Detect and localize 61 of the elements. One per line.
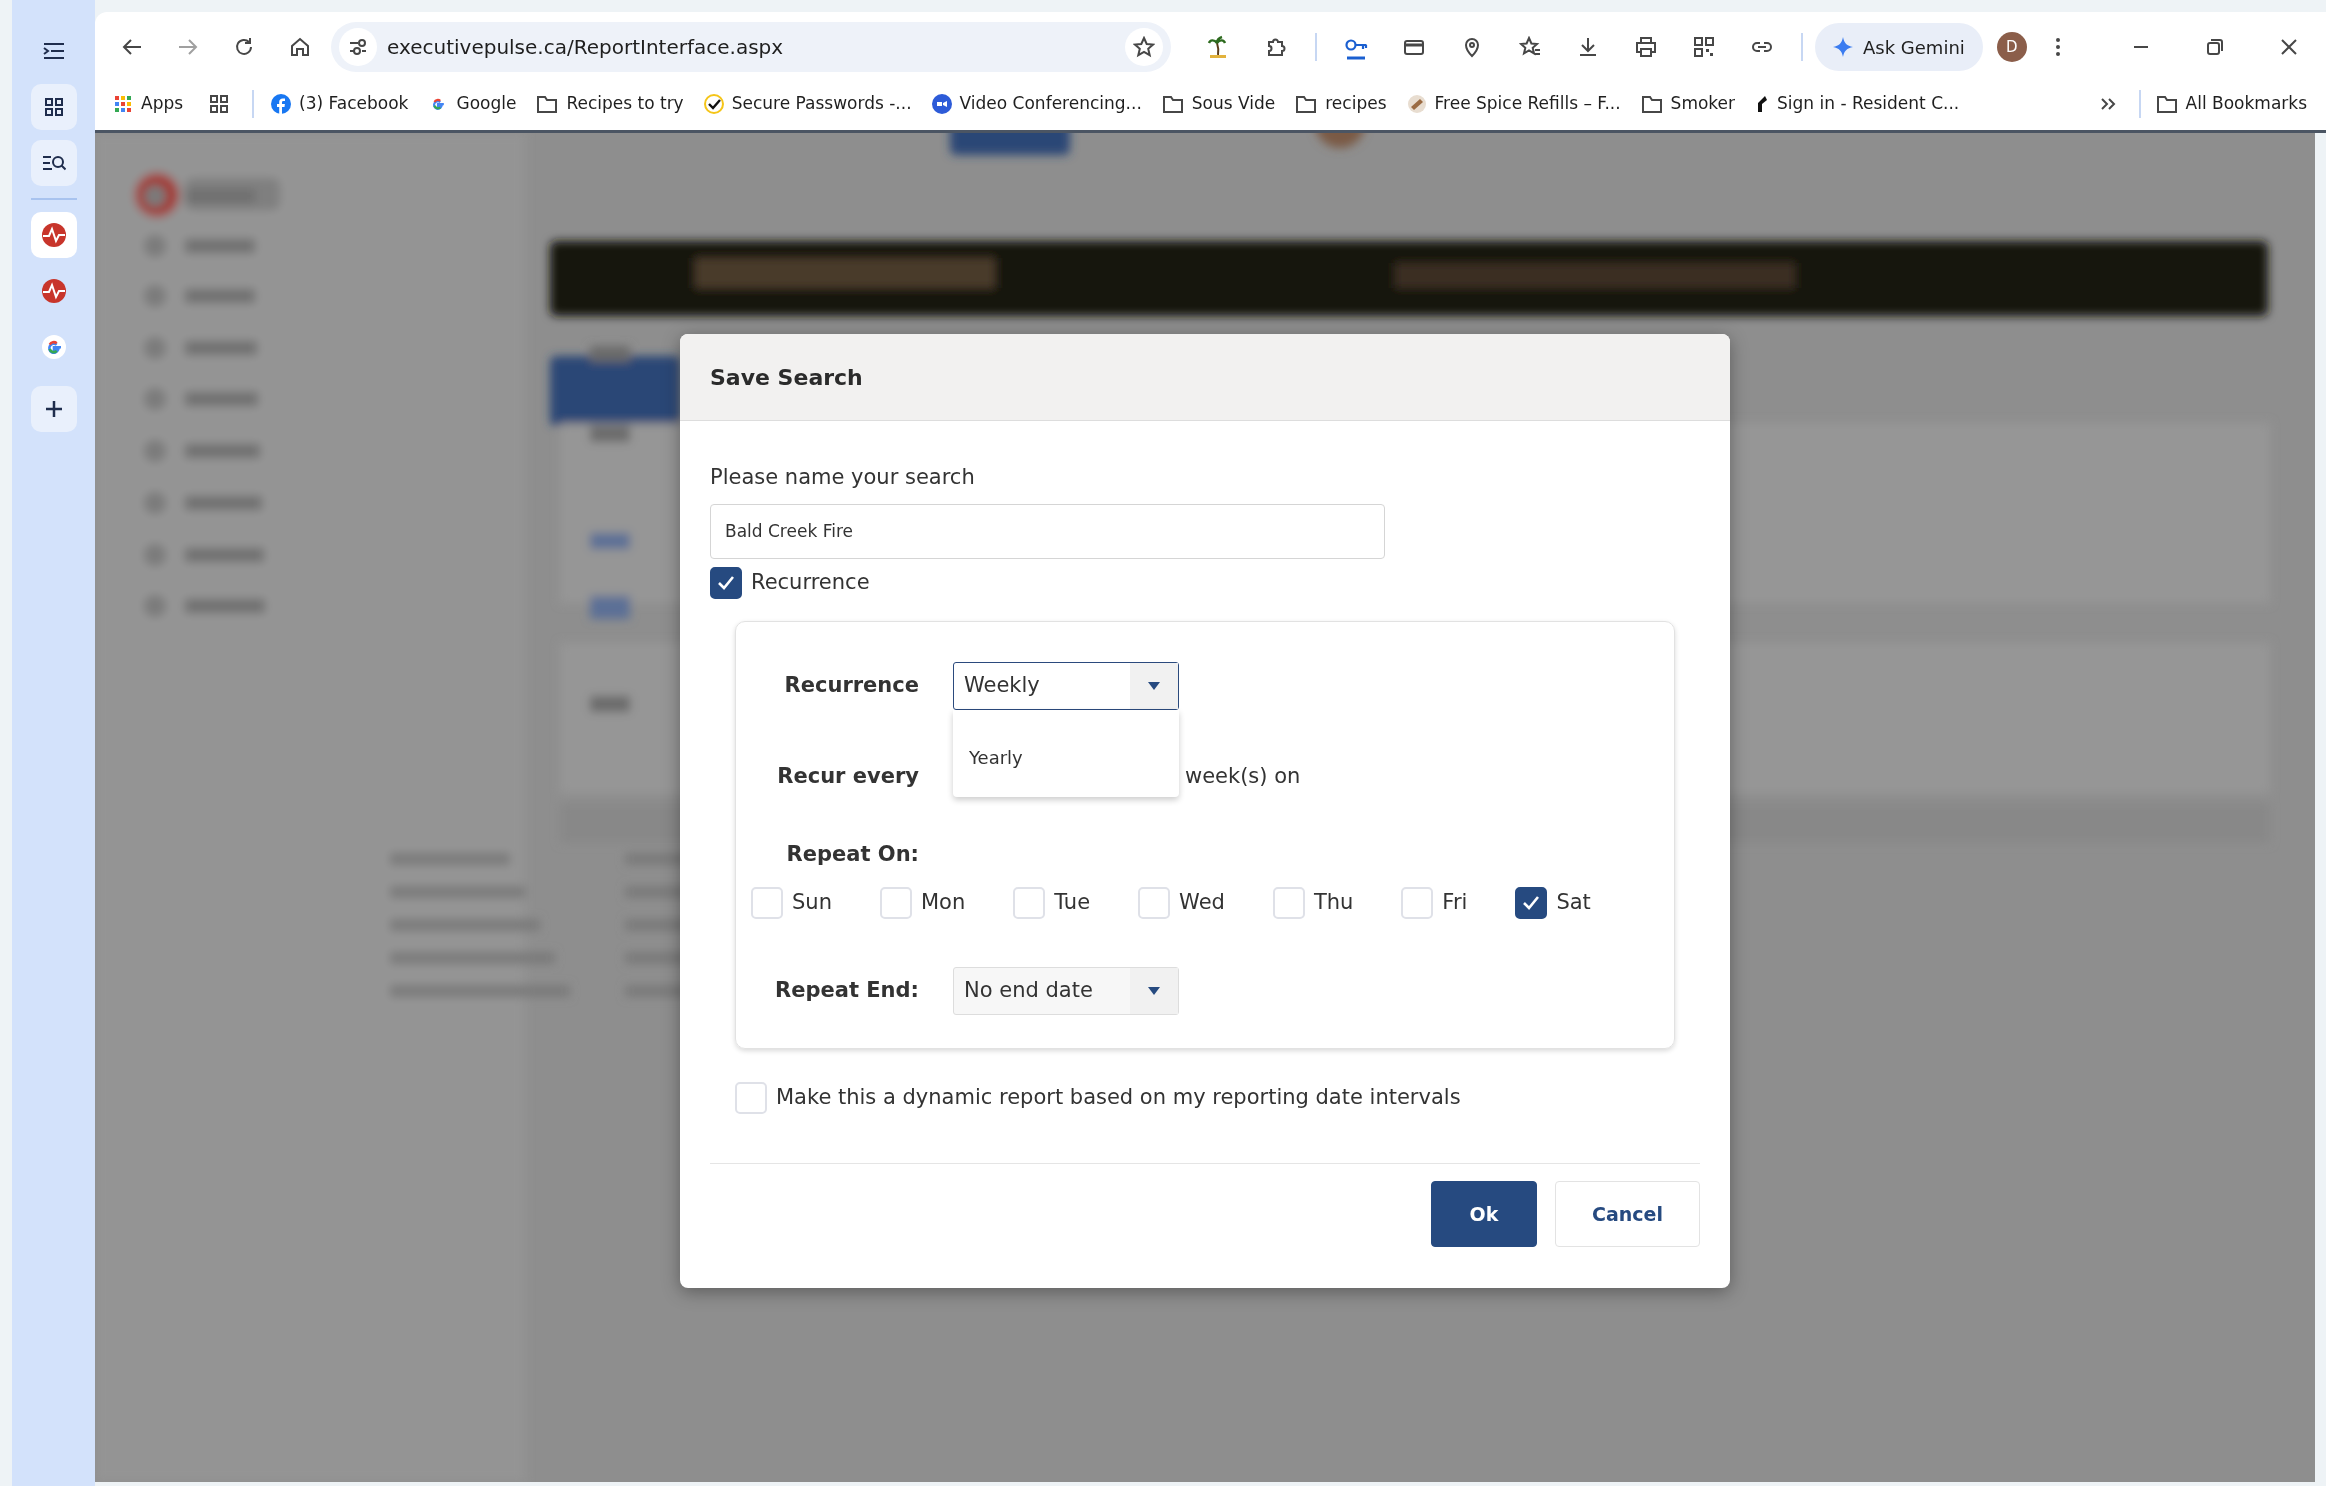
checkbox[interactable] [710,566,742,599]
checkbox-label: Thu [1313,888,1354,916]
checkbox-label: Sat [1556,888,1591,916]
bookmark[interactable]: Secure Passwords -... [694,87,921,121]
input-field[interactable]: Bald Creek Fire [710,503,1385,559]
field-label: Repeat End: [774,976,919,1004]
address-bar[interactable]: executivepulse.ca/ReportInterface.aspx [331,22,1171,72]
site-settings-icon[interactable] [339,28,377,66]
caret-icon [1130,967,1178,1014]
pulse-tab-icon[interactable] [30,212,77,258]
bookmark-favicon-icon [1755,94,1770,114]
folder-icon [2155,94,2178,114]
folder-icon [536,94,559,114]
bookmark[interactable]: Smoker [1631,87,1745,121]
unit-label: week(s) on [1185,762,1302,790]
profile-avatar[interactable]: D [1996,32,2027,62]
tab-search-icon[interactable] [30,140,77,186]
checkbox[interactable] [1515,886,1548,919]
cancel-button[interactable]: Cancel [1555,1181,1700,1247]
facebook-icon [271,94,292,114]
video-camera-icon [931,94,952,114]
bookmarks-folder[interactable]: All Bookmarks [2146,87,2316,121]
apps-grid-icon [114,94,133,114]
dropdown[interactable]: Weekly [953,661,1179,710]
bookmark[interactable]: Free Spice Refills – F... [1397,87,1630,121]
dialog-title: Save Search [710,363,863,392]
ok-button[interactable]: Ok [1431,1181,1537,1247]
field-label: Please name your search [710,464,976,491]
field-label: Recurrence [783,671,919,699]
checkbox-label: Tue [1054,888,1091,916]
new-tab-icon[interactable] [30,386,77,432]
checkbox-label: Recurrence [751,568,870,596]
caret-icon [1130,662,1178,709]
checkbox-label: Fri [1442,888,1468,916]
folder-icon [1295,94,1318,114]
bookmark[interactable]: (3) Facebook [262,87,418,121]
spice-jar-icon [1406,94,1427,114]
checkbox-label: Wed [1179,888,1225,916]
dropdown[interactable]: No end date [953,966,1179,1015]
check-icon [717,574,735,591]
bookmark[interactable]: Sign in - Resident C... [1746,87,1969,121]
bookmark[interactable]: Recipes to try [527,87,693,121]
bookmark[interactable]: recipes [1286,87,1396,121]
check-icon [1522,894,1541,911]
field-label: Recur every [776,762,919,790]
folder-icon [1161,94,1184,114]
dropdown-option[interactable]: Yearly [953,743,1023,797]
tab-grid-icon[interactable] [30,84,77,130]
sparkle-icon [1833,37,1853,57]
url-text: executivepulse.ca/ReportInterface.aspx [387,34,785,61]
folder-icon [1640,94,1663,114]
bookmark[interactable]: Google [419,87,526,121]
checkbox-label: Make this a dynamic report based on my reporting date intervals [776,1083,1461,1111]
assistant-button[interactable]: Ask Gemini [1815,23,1983,71]
bookmark[interactable]: Video Conferencing... [922,87,1151,121]
check-circle-icon [703,94,724,114]
bookmark[interactable]: Sous Vide [1152,87,1285,121]
bookmark[interactable]: Apps [105,87,193,121]
checkbox-label: Sun [792,888,832,916]
field-label: Repeat On: [785,841,919,868]
checkbox-label: Mon [920,888,966,916]
